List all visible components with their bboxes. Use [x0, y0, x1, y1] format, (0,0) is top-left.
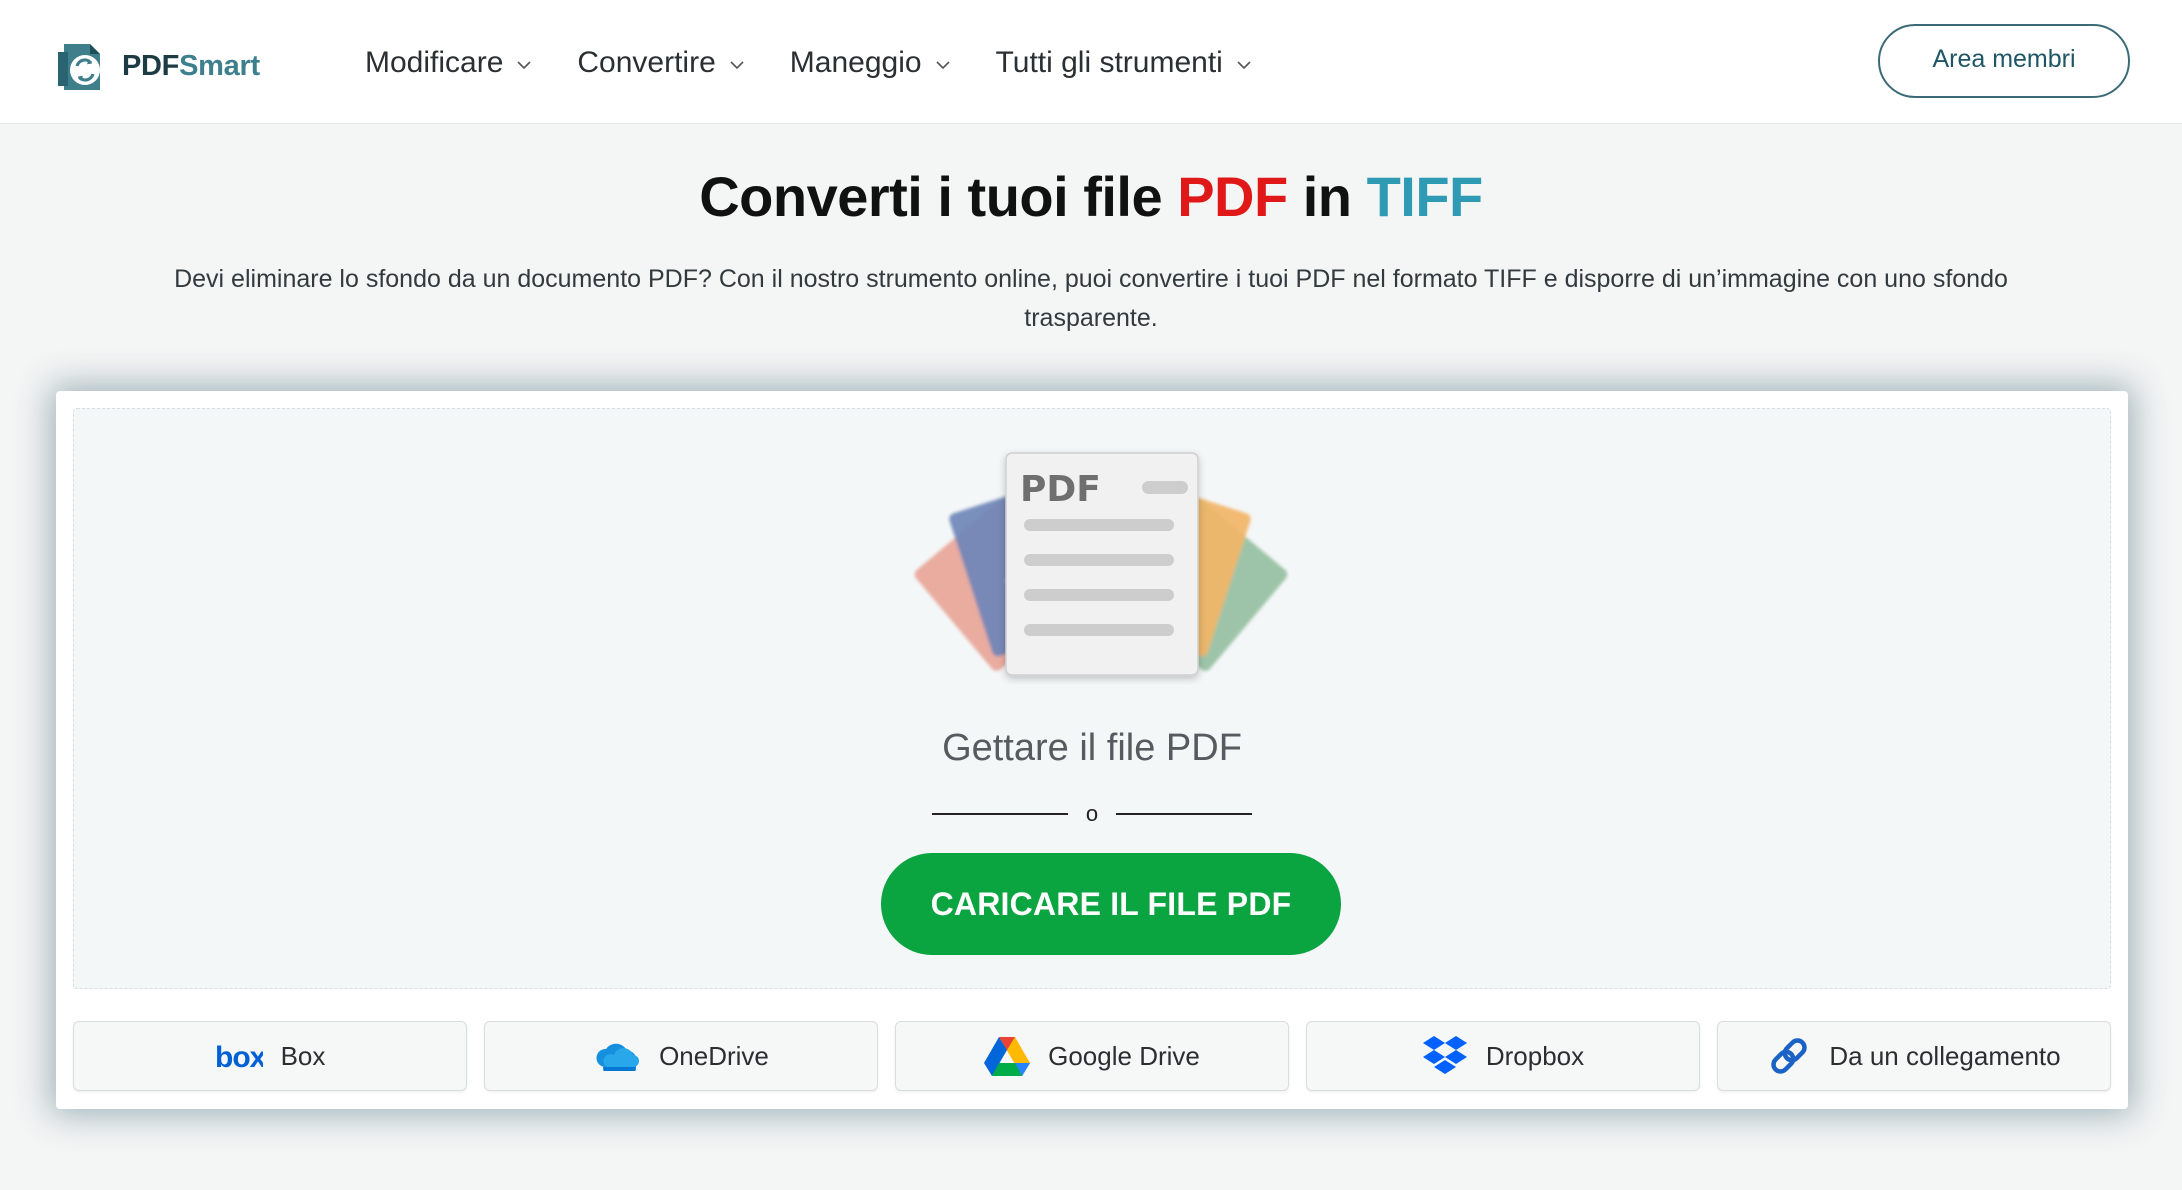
chevron-down-icon — [1237, 61, 1251, 70]
pdfsmart-logo-icon — [58, 44, 100, 90]
page-subtitle: Devi eliminare lo sfondo da un documento… — [174, 265, 2008, 332]
title-pdf-highlight: PDF — [1177, 165, 1288, 228]
logo-text-pdf: PDF — [122, 49, 180, 82]
source-box-label: Box — [280, 1040, 326, 1071]
title-prefix: Converti i tuoi file — [699, 165, 1178, 228]
source-link-button[interactable]: Da un collegamento — [1717, 1021, 2111, 1091]
dropbox-icon — [1422, 1034, 1468, 1078]
pdfsmart-logo[interactable]: PDFSmart — [56, 38, 260, 94]
nav-convertire-label: Convertire — [577, 46, 716, 79]
nav-tutti-gli-strumenti-label: Tutti gli strumenti — [995, 46, 1223, 79]
area-membri-button[interactable]: Area membri — [1878, 24, 2130, 98]
cloud-sources-row: box Box OneDrive Google Drive Dropbox Da… — [73, 1021, 2111, 1091]
upload-card: D X PDF Gettare il file PDF o CARICARE I… — [56, 391, 2128, 1109]
nav-maneggio-label: Maneggio — [789, 46, 922, 79]
logo-wordmark: PDFSmart — [122, 50, 260, 83]
source-dropbox-button[interactable]: Dropbox — [1306, 1021, 1700, 1091]
source-onedrive-label: OneDrive — [659, 1040, 769, 1071]
source-link-label: Da un collegamento — [1829, 1040, 2061, 1071]
onedrive-icon — [593, 1041, 641, 1071]
title-tiff-highlight: TIFF — [1366, 165, 1484, 228]
main-nav: Modificare Convertire Maneggio Tutti gli… — [365, 46, 1297, 80]
box-icon: box — [215, 1041, 263, 1071]
source-box-button[interactable]: box Box — [73, 1021, 467, 1091]
link-icon — [1767, 1034, 1811, 1078]
chevron-down-icon — [517, 61, 531, 70]
drop-file-text: Gettare il file PDF — [942, 727, 1242, 769]
divider-line-right — [1116, 813, 1253, 815]
google-drive-icon — [984, 1036, 1031, 1076]
page-title: Converti i tuoi file PDF in TIFF — [0, 164, 2182, 229]
logo-text-smart: Smart — [179, 49, 260, 82]
source-google-drive-button[interactable]: Google Drive — [895, 1021, 1289, 1091]
upload-pdf-button[interactable]: CARICARE IL FILE PDF — [881, 853, 1341, 955]
or-divider: o — [74, 801, 2110, 827]
top-navbar: PDFSmart Modificare Convertire Maneggio … — [0, 0, 2182, 124]
title-mid: in — [1287, 165, 1367, 228]
source-dropbox-label: Dropbox — [1485, 1040, 1585, 1071]
file-dropzone[interactable]: D X PDF Gettare il file PDF o CARICARE I… — [73, 408, 2111, 989]
svg-text:box: box — [215, 1041, 263, 1071]
doc-pdf-label: PDF — [1020, 469, 1101, 510]
nav-modificare[interactable]: Modificare — [365, 46, 531, 80]
nav-tutti-gli-strumenti[interactable]: Tutti gli strumenti — [996, 46, 1251, 80]
source-onedrive-button[interactable]: OneDrive — [484, 1021, 878, 1091]
divider-line-left — [931, 813, 1068, 815]
source-google-drive-label: Google Drive — [1048, 1040, 1200, 1071]
or-text: o — [1085, 801, 1099, 826]
chevron-down-icon — [730, 61, 744, 70]
chevron-down-icon — [935, 61, 950, 70]
nav-maneggio[interactable]: Maneggio — [790, 46, 950, 80]
pdf-documents-illustration: D X PDF — [914, 452, 1288, 676]
nav-modificare-label: Modificare — [365, 46, 504, 79]
nav-convertire[interactable]: Convertire — [577, 46, 744, 80]
